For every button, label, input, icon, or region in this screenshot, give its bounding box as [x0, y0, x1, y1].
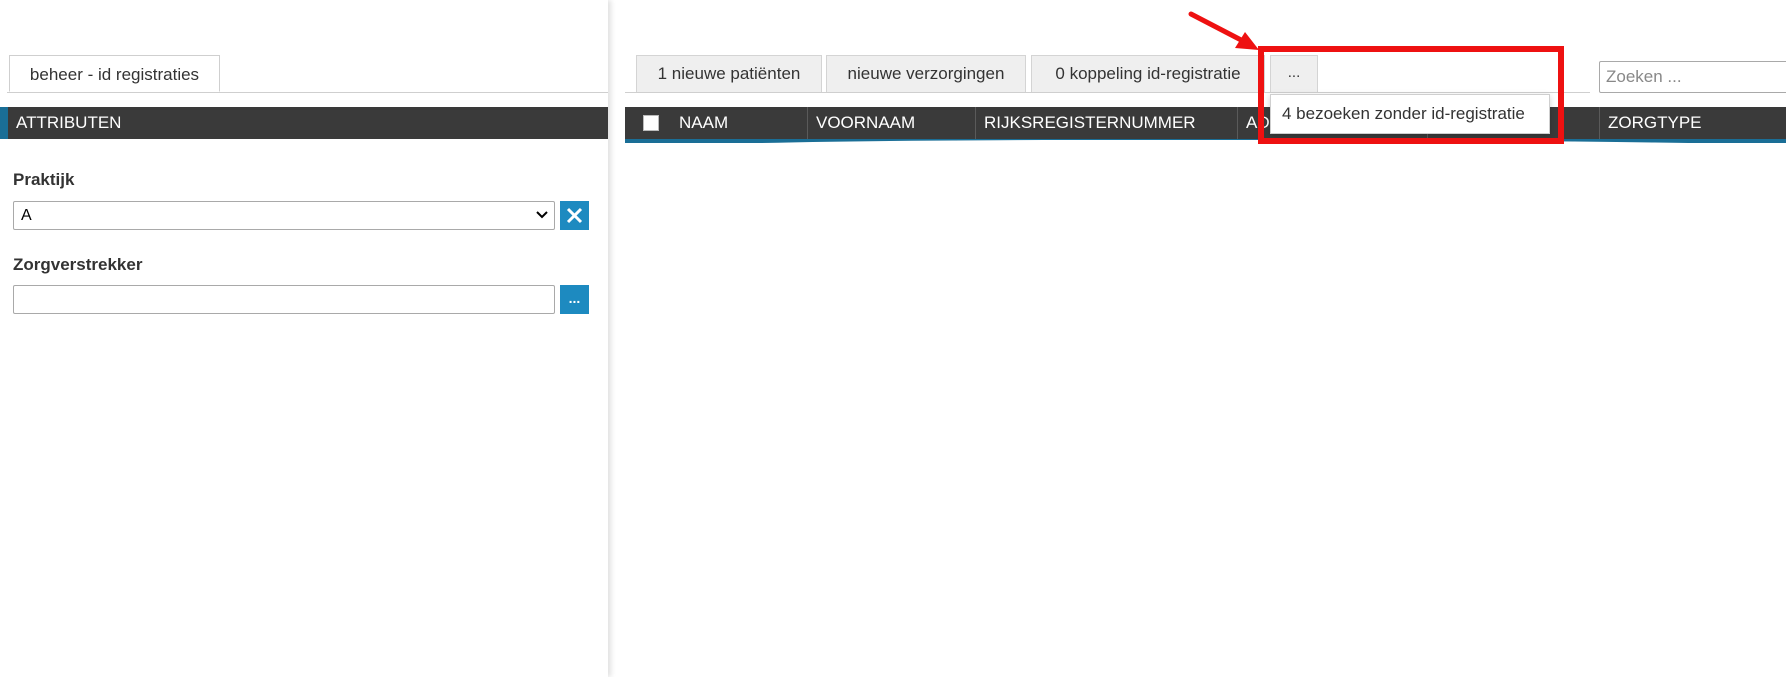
browse-zorgverstrekker-button[interactable]: ... — [560, 285, 589, 314]
zorgverstrekker-label: Zorgverstrekker — [13, 255, 143, 274]
tab-koppeling-id-registratie[interactable]: 0 koppeling id-registratie — [1031, 55, 1265, 92]
close-icon — [566, 207, 583, 224]
search-input[interactable] — [1599, 61, 1786, 93]
highlight-annotation-box — [1258, 46, 1564, 144]
tab-divider — [7, 92, 608, 93]
left-panel: beheer - id registraties ATTRIBUTEN Prak… — [0, 0, 608, 677]
zorgverstrekker-input[interactable] — [13, 285, 555, 314]
tab-nieuwe-verzorgingen[interactable]: nieuwe verzorgingen — [826, 55, 1026, 92]
attributes-section-header: ATTRIBUTEN — [0, 107, 608, 139]
column-rijksregisternummer[interactable]: RIJKSREGISTERNUMMER — [975, 107, 1237, 139]
tab-nieuwe-patienten[interactable]: 1 nieuwe patiënten — [636, 55, 822, 92]
column-naam[interactable]: NAAM — [671, 107, 789, 139]
chevron-down-icon — [536, 211, 548, 219]
select-all-checkbox[interactable] — [643, 115, 659, 131]
grid-header: NAAM VOORNAAM RIJKSREGISTERNUMMER ADRES … — [625, 107, 1786, 143]
tab-beheer-id-registraties[interactable]: beheer - id registraties — [9, 55, 220, 92]
praktijk-selected-value: A — [21, 207, 32, 224]
clear-praktijk-button[interactable] — [560, 201, 589, 230]
praktijk-label: Praktijk — [13, 170, 75, 189]
annotation-arrow-icon — [1188, 11, 1259, 50]
column-voornaam[interactable]: VOORNAAM — [807, 107, 974, 139]
redacted-area — [625, 140, 1786, 310]
praktijk-select[interactable]: A — [13, 201, 555, 230]
column-zorgtype[interactable]: ZORGTYPE — [1599, 107, 1786, 139]
